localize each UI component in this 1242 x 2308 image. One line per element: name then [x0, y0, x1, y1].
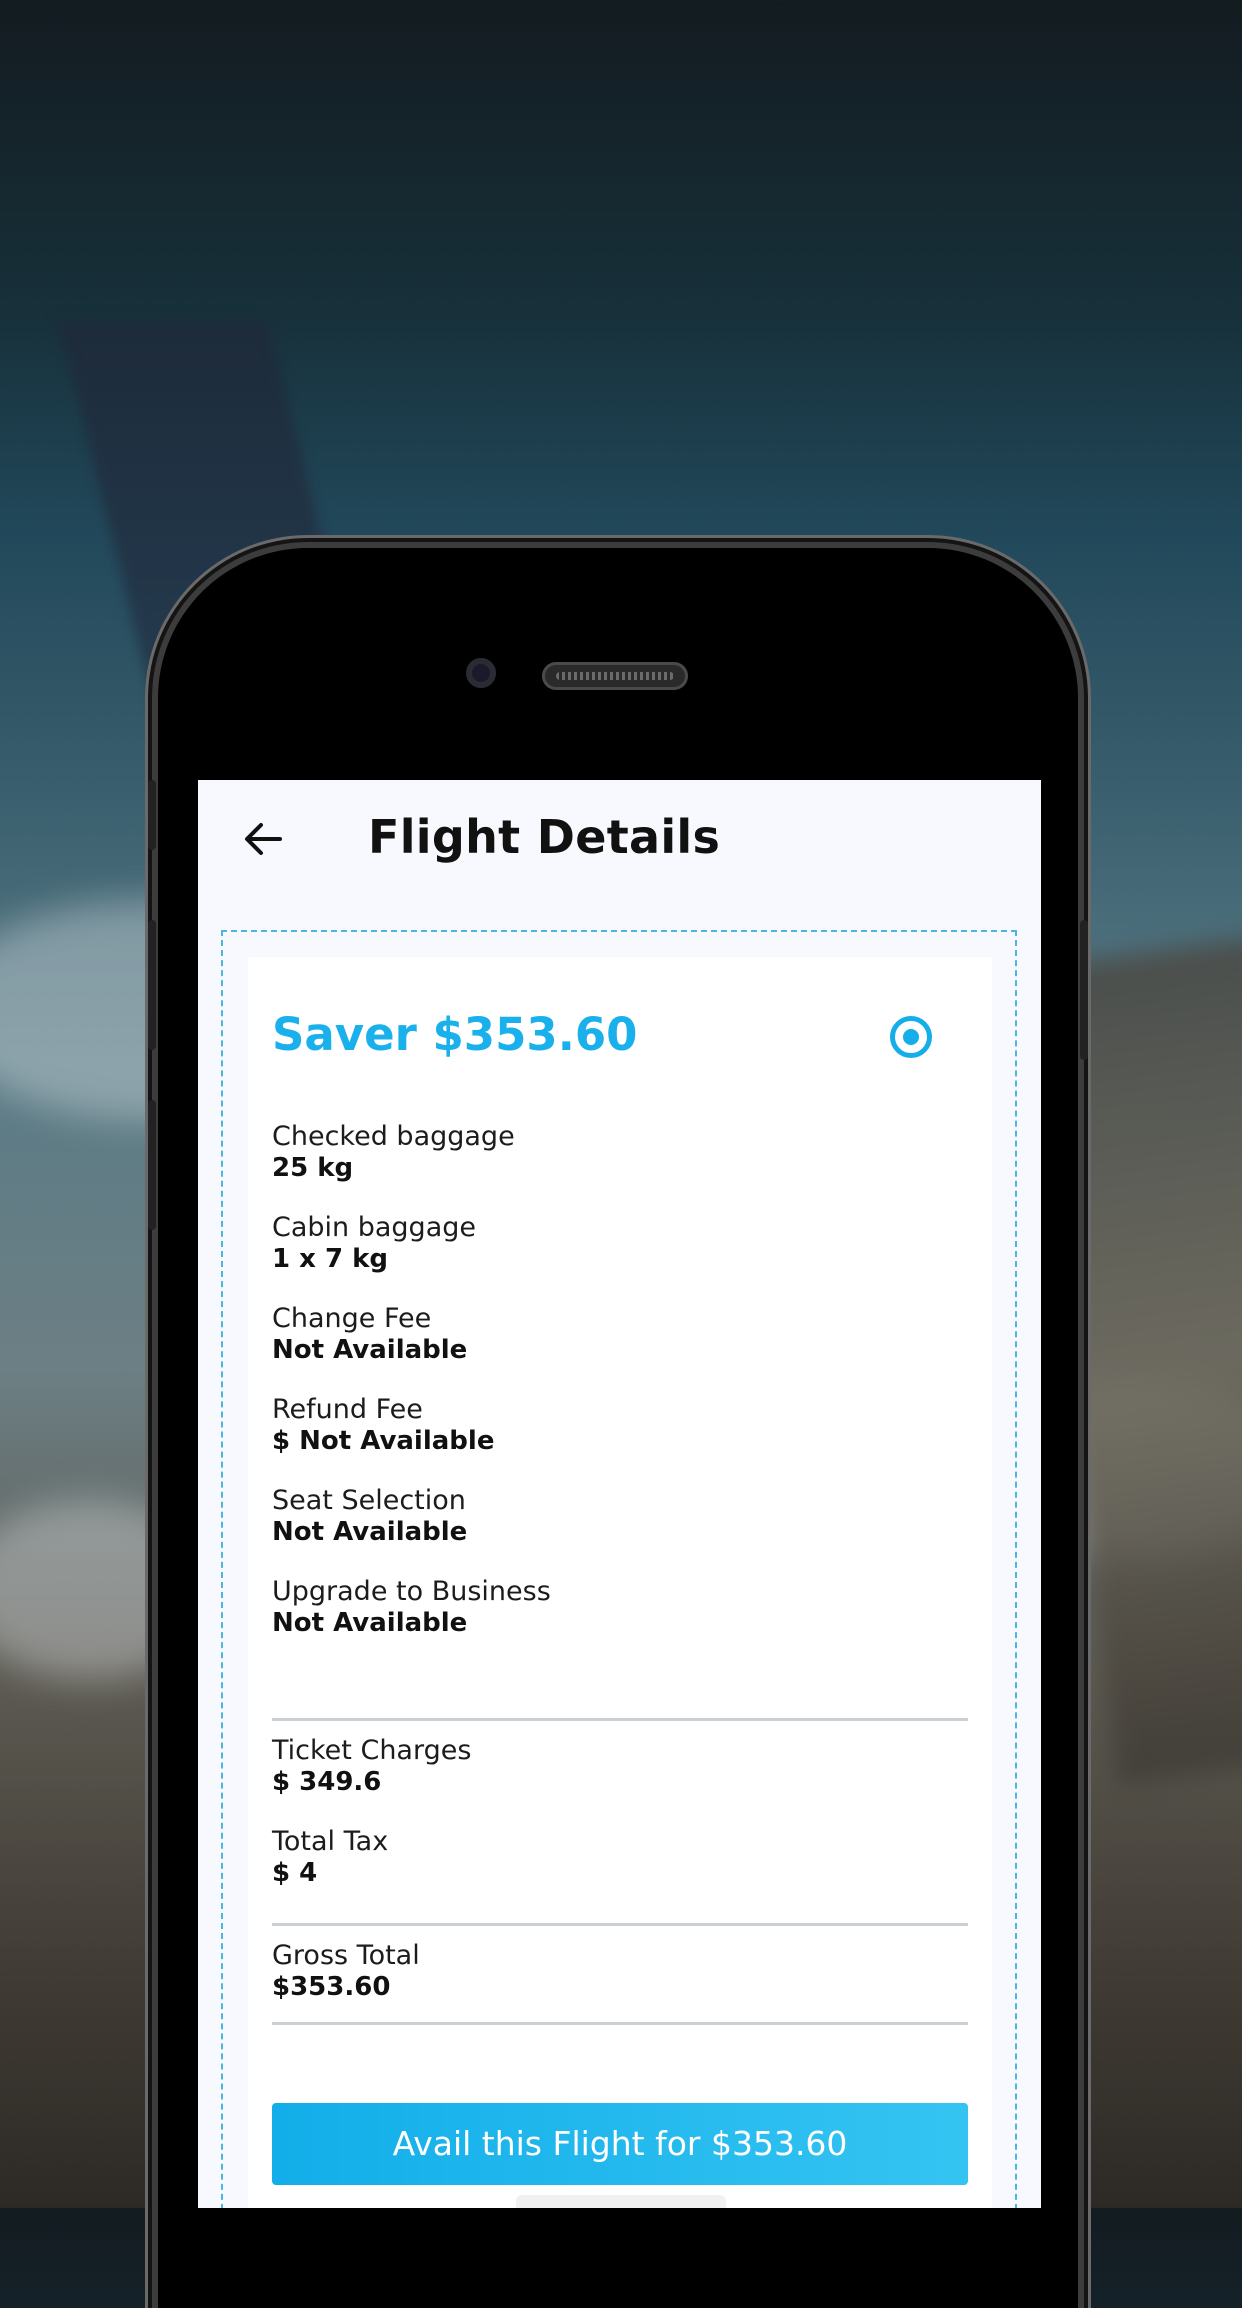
divider	[272, 2022, 968, 2025]
gross-total: Gross Total $353.60	[272, 1940, 420, 2002]
detail-label: Upgrade to Business	[272, 1576, 551, 1607]
detail-label: Seat Selection	[272, 1485, 466, 1516]
detail-refund-fee: Refund Fee $ Not Available	[272, 1394, 494, 1456]
app-screen: Flight Details Saver $353.60 Checked bag…	[198, 780, 1041, 2208]
detail-label: Refund Fee	[272, 1394, 423, 1425]
detail-upgrade-business: Upgrade to Business Not Available	[272, 1576, 551, 1638]
bottom-sheet-handle	[516, 2195, 726, 2208]
charge-label: Total Tax	[272, 1826, 389, 1857]
total-value: $353.60	[272, 1972, 391, 2002]
divider	[272, 1923, 968, 1926]
total-label: Gross Total	[272, 1940, 420, 1971]
page-title: Flight Details	[368, 810, 721, 864]
detail-cabin-baggage: Cabin baggage 1 x 7 kg	[272, 1212, 476, 1274]
detail-value: Not Available	[272, 1608, 468, 1638]
fare-radio-button[interactable]	[890, 1016, 932, 1058]
phone-volume-up	[148, 920, 156, 1050]
detail-change-fee: Change Fee Not Available	[272, 1303, 467, 1365]
detail-label: Checked baggage	[272, 1121, 515, 1152]
earpiece-speaker	[542, 662, 688, 690]
front-camera	[466, 658, 496, 688]
avail-flight-button[interactable]: Avail this Flight for $353.60	[272, 2103, 968, 2185]
arrow-left-icon	[245, 823, 282, 855]
detail-value: Not Available	[272, 1335, 468, 1365]
detail-label: Change Fee	[272, 1303, 432, 1334]
phone-mute-switch	[148, 780, 156, 850]
charge-value: $ 4	[272, 1858, 318, 1888]
detail-value: 1 x 7 kg	[272, 1244, 389, 1274]
charge-ticket: Ticket Charges $ 349.6	[272, 1735, 471, 1797]
detail-value: $ Not Available	[272, 1426, 495, 1456]
back-button[interactable]	[240, 816, 286, 862]
detail-value: 25 kg	[272, 1153, 354, 1183]
charge-tax: Total Tax $ 4	[272, 1826, 388, 1888]
top-bar: Flight Details	[198, 780, 1041, 900]
phone-power-button	[1080, 920, 1088, 1060]
divider	[272, 1718, 968, 1721]
detail-checked-baggage: Checked baggage 25 kg	[272, 1121, 515, 1183]
charge-label: Ticket Charges	[272, 1735, 472, 1766]
detail-seat-selection: Seat Selection Not Available	[272, 1485, 467, 1547]
phone-volume-down	[148, 1100, 156, 1230]
radio-selected-icon	[903, 1029, 919, 1045]
fare-title: Saver $353.60	[272, 1008, 638, 1061]
detail-label: Cabin baggage	[272, 1212, 476, 1243]
detail-value: Not Available	[272, 1517, 468, 1547]
charge-value: $ 349.6	[272, 1767, 382, 1797]
